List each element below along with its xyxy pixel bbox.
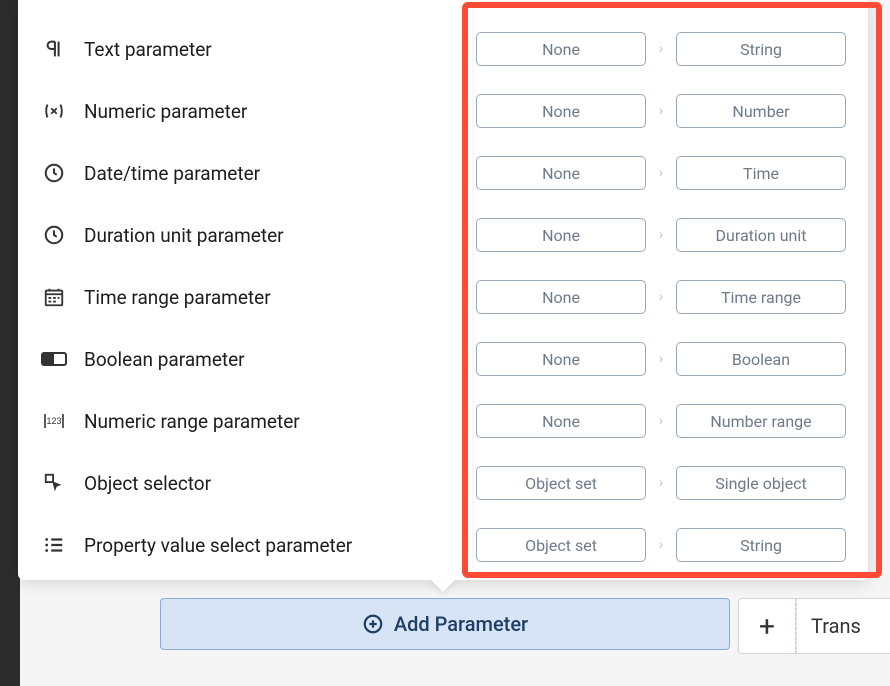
output-type-chip[interactable]: Single object (676, 466, 846, 500)
chevron-right-icon: › (654, 41, 668, 57)
param-type-label: Boolean parameter (84, 348, 245, 371)
output-type-chip[interactable]: Number range (676, 404, 846, 438)
numeric-range-icon: 123 (40, 407, 68, 435)
param-type-row[interactable]: Object selector Object set › Single obje… (18, 452, 868, 514)
param-type-row[interactable]: 123 Numeric range parameter None › Numbe… (18, 390, 868, 452)
param-type-label: Date/time parameter (84, 162, 260, 185)
param-type-row[interactable]: Text parameter None › String (18, 18, 868, 80)
output-type-chip[interactable]: Duration unit (676, 218, 846, 252)
add-parameter-label: Add Parameter (394, 612, 528, 636)
param-type-row[interactable]: Date/time parameter None › Time (18, 142, 868, 204)
input-type-chip[interactable]: Object set (476, 528, 646, 562)
input-type-chip[interactable]: None (476, 94, 646, 128)
input-type-chip[interactable]: None (476, 32, 646, 66)
list-icon (40, 531, 68, 559)
app-sidebar (0, 0, 20, 686)
param-type-label: Duration unit parameter (84, 224, 284, 247)
input-type-chip[interactable]: None (476, 280, 646, 314)
clock-icon (40, 159, 68, 187)
variable-icon (40, 97, 68, 125)
output-type-chip[interactable]: Boolean (676, 342, 846, 376)
object-selector-icon (40, 469, 68, 497)
chevron-right-icon: › (654, 475, 668, 491)
param-type-row[interactable]: Duration unit parameter None › Duration … (18, 204, 868, 266)
chevron-right-icon: › (654, 351, 668, 367)
param-type-row[interactable]: Time range parameter None › Time range (18, 266, 868, 328)
add-tile-button[interactable]: + (738, 598, 796, 654)
input-type-chip[interactable]: None (476, 156, 646, 190)
param-type-row[interactable]: Property value select parameter Object s… (18, 514, 868, 576)
output-type-chip[interactable]: Time (676, 156, 846, 190)
transform-tile[interactable]: Trans (796, 598, 890, 654)
popover-caret (429, 578, 457, 592)
calendar-icon (40, 283, 68, 311)
param-type-row[interactable]: Numeric parameter None › Number (18, 80, 868, 142)
add-parameter-button[interactable]: Add Parameter (160, 598, 730, 650)
toggle-icon (40, 345, 68, 373)
output-type-chip[interactable]: Time range (676, 280, 846, 314)
chevron-right-icon: › (654, 413, 668, 429)
output-type-chip[interactable]: String (676, 528, 846, 562)
chevron-right-icon: › (654, 227, 668, 243)
param-type-label: Property value select parameter (84, 534, 352, 557)
param-type-label: Numeric parameter (84, 100, 247, 123)
param-type-label: Numeric range parameter (84, 410, 300, 433)
param-type-label: Time range parameter (84, 286, 271, 309)
clock-outline-icon (40, 221, 68, 249)
parameter-type-panel: Text parameter None › String Numeric par… (18, 0, 868, 580)
chevron-right-icon: › (654, 165, 668, 181)
param-type-label: Object selector (84, 472, 211, 495)
chevron-right-icon: › (654, 537, 668, 553)
transform-label: Trans (811, 614, 861, 638)
chevron-right-icon: › (654, 289, 668, 305)
input-type-chip[interactable]: None (476, 342, 646, 376)
output-type-chip[interactable]: Number (676, 94, 846, 128)
plus-icon: + (759, 610, 775, 643)
param-type-label: Text parameter (84, 38, 212, 61)
input-type-chip[interactable]: Object set (476, 466, 646, 500)
output-type-chip[interactable]: String (676, 32, 846, 66)
pilcrow-icon (40, 35, 68, 63)
plus-circle-icon (362, 613, 384, 635)
input-type-chip[interactable]: None (476, 218, 646, 252)
chevron-right-icon: › (654, 103, 668, 119)
svg-text:123: 123 (46, 416, 61, 426)
param-type-row[interactable]: Boolean parameter None › Boolean (18, 328, 868, 390)
input-type-chip[interactable]: None (476, 404, 646, 438)
